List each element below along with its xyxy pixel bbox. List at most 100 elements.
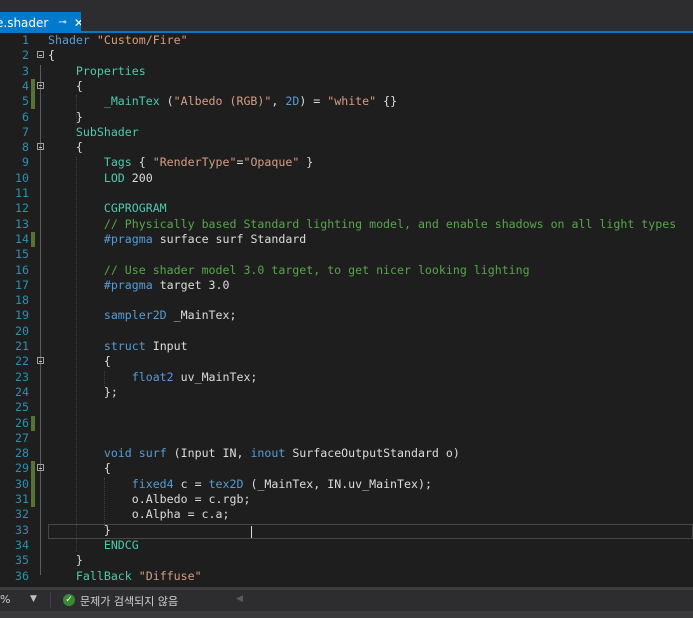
code-token: tex2D bbox=[208, 476, 244, 491]
tab-shader-file[interactable]: e.shader ⊸ ✕ bbox=[0, 12, 81, 33]
code-line[interactable]: 28 void surf (Input IN, inout SurfaceOut… bbox=[0, 446, 693, 461]
code-line[interactable]: 2{ bbox=[0, 48, 693, 63]
code-line[interactable]: 18 bbox=[0, 293, 693, 308]
code-token: { bbox=[131, 155, 153, 170]
code-line[interactable]: 19 sampler2D _MainTex; bbox=[0, 308, 693, 323]
code-token: {} bbox=[376, 94, 398, 109]
code-token: , bbox=[271, 94, 286, 109]
status-bar: % ▼ ✓ 문제가 검색되지 않음 ◀ bbox=[0, 589, 693, 611]
code-line[interactable]: 17 #pragma target 3.0 bbox=[0, 278, 693, 293]
code-editor[interactable]: 1 Shader "Custom/Fire" 2{3 Properties 4 {5 … bbox=[0, 33, 693, 589]
code-line[interactable]: 1 Shader "Custom/Fire" bbox=[0, 33, 693, 48]
code-line[interactable]: 13 // Physically based Standard lighting… bbox=[0, 217, 693, 232]
code-line[interactable]: 10 LOD 200 bbox=[0, 171, 693, 186]
code-token: FallBack bbox=[75, 568, 132, 583]
line-number: 26 bbox=[15, 415, 29, 430]
code-line[interactable]: 36 FallBack "Diffuse" bbox=[0, 569, 693, 584]
code-line[interactable]: 15 bbox=[0, 247, 693, 262]
code-token: Input bbox=[145, 339, 188, 353]
collapse-icon[interactable] bbox=[37, 464, 44, 472]
tab-bar: e.shader ⊸ ✕ bbox=[0, 0, 693, 33]
code-token: #pragma bbox=[103, 231, 153, 246]
code-text: LOD 200 bbox=[48, 171, 153, 186]
code-line[interactable]: 31 o.Albedo = c.rgb; bbox=[0, 492, 693, 508]
code-line[interactable]: 23 float2 uv_MainTex; bbox=[0, 370, 693, 385]
code-line[interactable]: 29 { bbox=[0, 461, 693, 477]
code-line[interactable]: 11 bbox=[0, 186, 693, 201]
line-number: 20 bbox=[15, 323, 29, 338]
code-line[interactable]: 12 CGPROGRAM bbox=[0, 201, 693, 216]
code-line[interactable]: 27 bbox=[0, 431, 693, 446]
code-text: } bbox=[48, 523, 111, 538]
line-number: 34 bbox=[15, 537, 29, 552]
code-text: o.Alpha = c.a; bbox=[48, 507, 230, 522]
code-line[interactable]: 26 bbox=[0, 415, 693, 431]
code-line[interactable]: 32 o.Alpha = c.a; bbox=[0, 507, 693, 522]
scroll-left-icon[interactable]: ◀ bbox=[236, 594, 243, 604]
line-number: 23 bbox=[15, 369, 29, 384]
code-text: FallBack "Diffuse" bbox=[48, 569, 202, 584]
code-line[interactable]: 16 // Use shader model 3.0 target, to ge… bbox=[0, 263, 693, 278]
line-number: 28 bbox=[15, 446, 29, 461]
code-token: Properties bbox=[75, 63, 146, 78]
pin-icon[interactable]: ⊸ bbox=[58, 17, 66, 28]
code-line[interactable]: 25 bbox=[0, 400, 693, 415]
line-number: 30 bbox=[15, 476, 29, 491]
code-token: // Physically based Standard lighting mo… bbox=[103, 216, 677, 231]
chevron-down-icon[interactable]: ▼ bbox=[30, 594, 37, 604]
line-number: 3 bbox=[22, 63, 29, 78]
code-line[interactable]: 20 bbox=[0, 324, 693, 339]
code-token: { bbox=[48, 461, 111, 476]
code-token: (Input IN, bbox=[166, 446, 251, 461]
code-line[interactable]: 8 { bbox=[0, 140, 693, 155]
collapse-icon[interactable] bbox=[37, 51, 44, 59]
code-token: uv_MainTex; bbox=[173, 369, 258, 384]
code-line[interactable]: 30 fixed4 c = tex2D (_MainTex, IN.uv_Mai… bbox=[0, 476, 693, 492]
code-token: sampler2D bbox=[103, 308, 167, 323]
zoom-level[interactable]: % bbox=[0, 593, 10, 606]
code-line[interactable]: 33 } bbox=[0, 523, 693, 538]
code-line[interactable]: 24 }; bbox=[0, 385, 693, 400]
code-line[interactable]: 34 ENDCG bbox=[0, 538, 693, 553]
code-token: "Diffuse" bbox=[138, 568, 202, 583]
code-text: Tags { "RenderType"="Opaque" } bbox=[48, 155, 313, 170]
collapse-icon[interactable] bbox=[37, 357, 44, 365]
code-token: ENDCG bbox=[103, 537, 139, 552]
code-line[interactable]: 9 Tags { "RenderType"="Opaque" } bbox=[0, 155, 693, 170]
code-line[interactable]: 22 { bbox=[0, 354, 693, 369]
close-icon[interactable]: ✕ bbox=[74, 16, 81, 30]
code-token: } bbox=[48, 522, 111, 537]
code-line[interactable]: 5 _MainTex ("Albedo (RGB)", 2D) = "white… bbox=[0, 94, 693, 110]
code-text: void surf (Input IN, inout SurfaceOutput… bbox=[48, 446, 460, 461]
code-line[interactable]: 7 SubShader bbox=[0, 125, 693, 140]
line-number: 31 bbox=[15, 492, 29, 506]
code-line[interactable]: 21 struct Input bbox=[0, 339, 693, 354]
line-number: 13 bbox=[15, 216, 29, 231]
code-token: } bbox=[299, 155, 314, 170]
code-token: surface surf Standard bbox=[152, 231, 307, 246]
issues-status[interactable]: 문제가 검색되지 않음 bbox=[80, 593, 178, 609]
code-token: struct bbox=[103, 339, 146, 353]
line-number: 7 bbox=[22, 124, 29, 139]
code-token: CGPROGRAM bbox=[103, 201, 167, 216]
code-token: "Opaque" bbox=[243, 155, 300, 170]
code-line[interactable]: 4 { bbox=[0, 78, 693, 95]
code-token: // Use shader model 3.0 target, to get n… bbox=[103, 262, 530, 277]
code-text: } bbox=[48, 110, 83, 125]
code-token: o.Alpha = c.a; bbox=[48, 507, 230, 522]
code-line[interactable]: 3 Properties bbox=[0, 64, 693, 79]
code-token: _MainTex; bbox=[166, 308, 237, 323]
code-line[interactable]: 35 } bbox=[0, 553, 693, 568]
code-line[interactable]: 6 } bbox=[0, 110, 693, 125]
code-line[interactable]: 14 #pragma surface surf Standard bbox=[0, 231, 693, 248]
change-marker bbox=[31, 231, 35, 248]
collapse-icon[interactable] bbox=[37, 143, 44, 151]
code-text: }; bbox=[48, 385, 118, 400]
collapse-icon[interactable] bbox=[37, 81, 44, 89]
code-token: SubShader bbox=[75, 124, 139, 139]
